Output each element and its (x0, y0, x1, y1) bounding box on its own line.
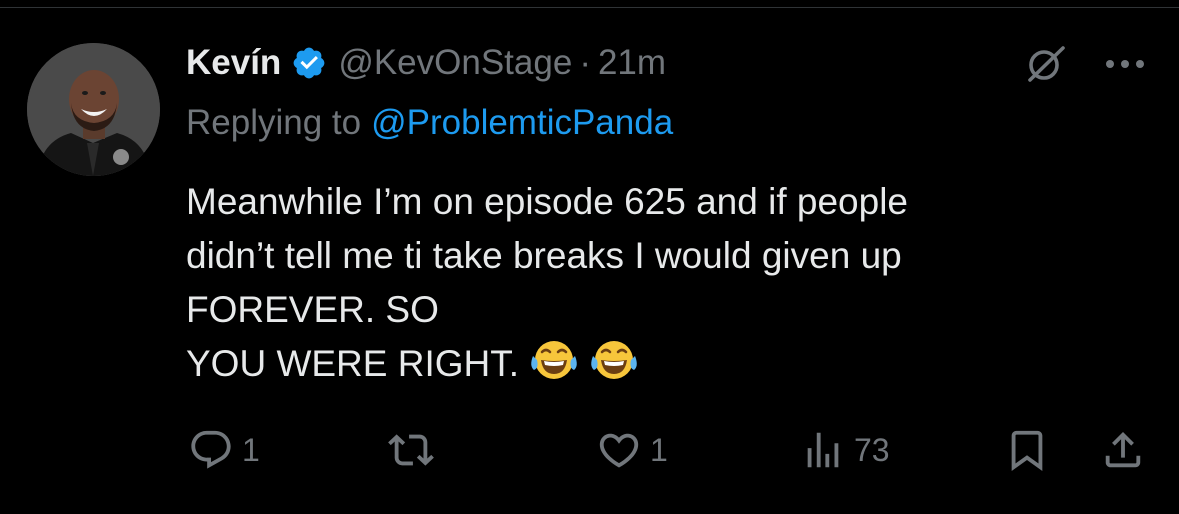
bookmark-button[interactable] (1004, 422, 1050, 478)
retweet-button[interactable] (386, 422, 444, 478)
avatar[interactable] (27, 43, 160, 176)
author-handle[interactable]: @KevOnStage (338, 43, 572, 83)
display-name[interactable]: Kevín (186, 43, 281, 83)
views-button[interactable]: 73 (800, 422, 890, 478)
tweet-text-line: Meanwhile I’m on episode 625 and if peop… (186, 181, 908, 222)
views-icon (807, 432, 839, 468)
separator-dot: · (579, 43, 591, 82)
tweet-header: Kevín @KevOnStage · 21m (186, 38, 666, 88)
like-count: 1 (650, 431, 668, 468)
tweet-text-line: didn’t tell me ti take breaks I would gi… (186, 235, 902, 276)
tweet-actions: 1 1 73 (0, 422, 1179, 478)
tweet-text: Meanwhile I’m on episode 625 and if peop… (186, 175, 1146, 391)
tears-of-joy-icon (589, 338, 639, 382)
top-divider (0, 0, 1179, 8)
reply-count: 1 (242, 431, 260, 468)
bookmark-icon (1011, 430, 1043, 471)
retweet-icon (388, 434, 434, 466)
reply-icon (191, 430, 231, 469)
share-button[interactable] (1100, 422, 1146, 478)
replying-to-label: Replying to (186, 103, 362, 142)
tears-of-joy-icon (529, 338, 579, 382)
grok-icon[interactable] (1024, 44, 1068, 84)
verified-badge-icon[interactable] (291, 45, 327, 81)
replying-to: Replying to @ProblemticPanda (186, 100, 673, 146)
reply-button[interactable]: 1 (188, 422, 260, 478)
tweet-text-line: FOREVER. SO (186, 289, 439, 330)
more-options-icon[interactable] (1104, 56, 1146, 72)
views-count: 73 (854, 431, 890, 468)
share-icon (1105, 431, 1141, 468)
heart-icon (599, 433, 639, 468)
avatar-photo-icon (27, 43, 160, 176)
tweet-text-line: YOU WERE RIGHT. (186, 343, 520, 384)
tweet-text-line-last: YOU WERE RIGHT. (186, 337, 1146, 391)
like-button[interactable]: 1 (596, 422, 668, 478)
replying-to-handle[interactable]: @ProblemticPanda (371, 103, 673, 143)
tweet-time[interactable]: 21m (598, 43, 666, 83)
